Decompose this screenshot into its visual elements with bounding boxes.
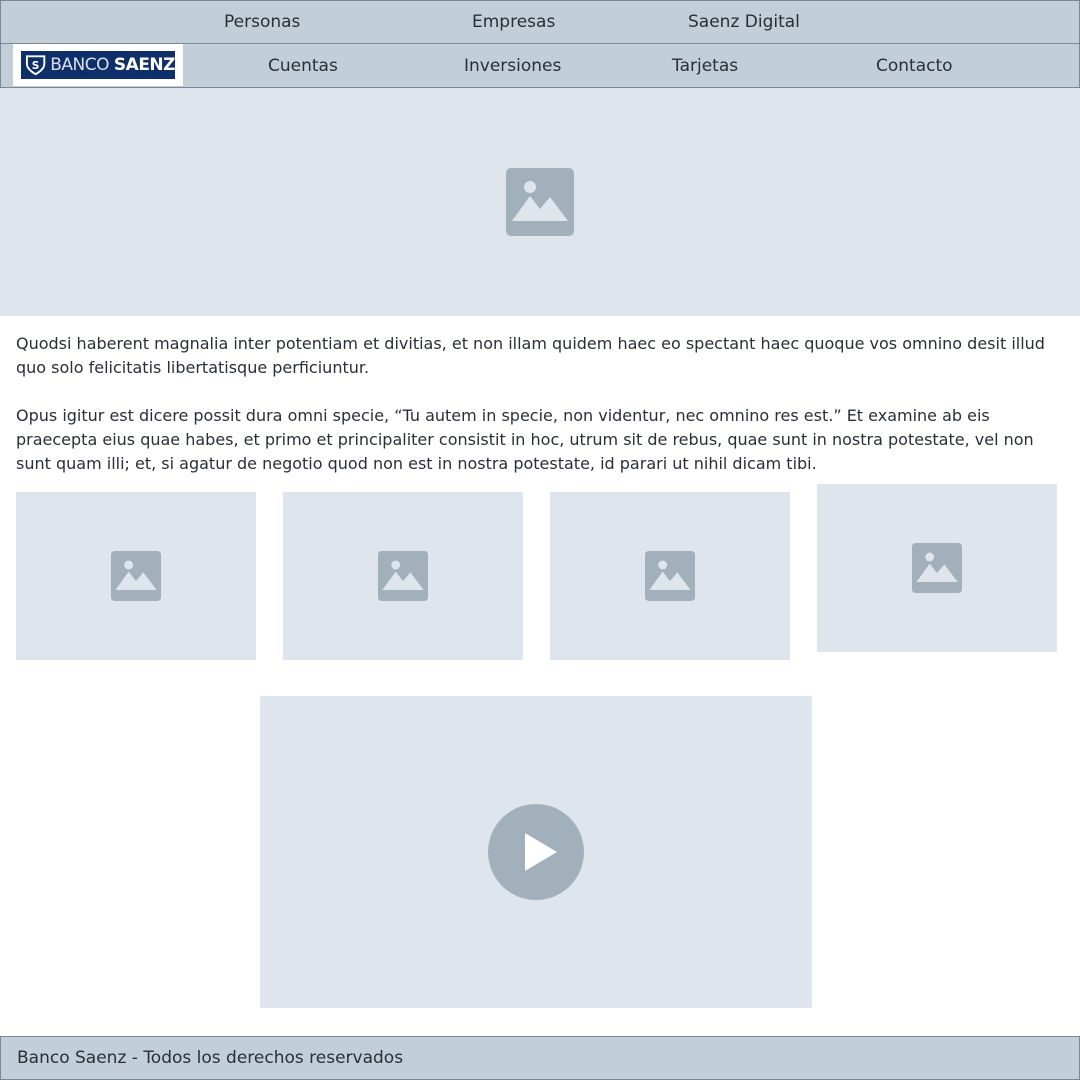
gallery-image[interactable] (817, 484, 1057, 652)
logo-text-bold: SAENZ (113, 55, 176, 75)
image-placeholder-icon (111, 551, 161, 601)
intro-paragraph: Quodsi haberent magnalia inter potentiam… (16, 334, 1045, 377)
play-icon[interactable] (487, 803, 585, 901)
video-player[interactable] (260, 696, 812, 1008)
main-nav-item-tarjetas[interactable]: Tarjetas (672, 44, 738, 87)
logo-link[interactable]: S BANCO SAENZ (13, 44, 183, 86)
main-nav-item-contacto[interactable]: Contacto (876, 44, 953, 87)
main-nav-item-cuentas[interactable]: Cuentas (268, 44, 338, 87)
top-nav-item-empresas[interactable]: Empresas (472, 1, 555, 43)
gallery-image[interactable] (283, 492, 523, 660)
body-paragraph: Opus igitur est dicere possit dura omni … (16, 406, 1034, 473)
logo-text-light: BANCO (50, 55, 110, 75)
footer-copyright: Banco Saenz - Todos los derechos reserva… (17, 1048, 404, 1068)
top-nav-item-personas[interactable]: Personas (224, 1, 300, 43)
svg-text:S: S (32, 59, 40, 72)
hero-image (0, 88, 1080, 316)
gallery-image[interactable] (550, 492, 790, 660)
main-nav: S BANCO SAENZ Cuentas Inversiones Tarjet… (0, 44, 1080, 88)
top-nav-item-saenz-digital[interactable]: Saenz Digital (688, 1, 800, 43)
image-placeholder-icon (912, 543, 962, 593)
logo-wordmark: BANCO SAENZ (50, 55, 175, 75)
image-placeholder-icon (506, 168, 574, 236)
top-nav: Personas Empresas Saenz Digital (0, 0, 1080, 44)
shield-icon: S (25, 55, 46, 76)
image-placeholder-icon (645, 551, 695, 601)
logo: S BANCO SAENZ (21, 51, 176, 79)
footer: Banco Saenz - Todos los derechos reserva… (0, 1036, 1080, 1080)
gallery-image[interactable] (16, 492, 256, 660)
main-nav-item-inversiones[interactable]: Inversiones (464, 44, 561, 87)
image-placeholder-icon (378, 551, 428, 601)
